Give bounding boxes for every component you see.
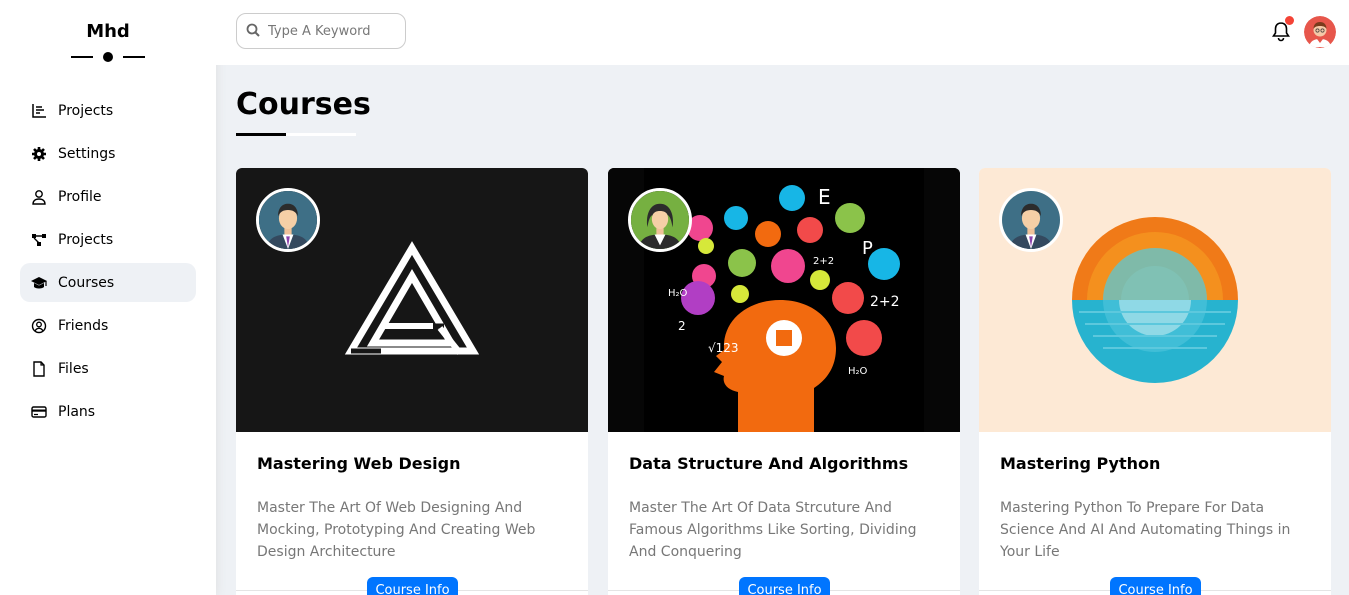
- sidebar-item-label: Plans: [58, 403, 96, 420]
- sidebar-item-friends[interactable]: Friends: [20, 306, 196, 345]
- search-icon: [246, 22, 268, 41]
- course-info-button[interactable]: Course Info: [1110, 577, 1201, 595]
- sidebar-item-label: Courses: [58, 274, 115, 291]
- sidebar-item-label: Friends: [58, 317, 109, 334]
- svg-text:√123: √123: [708, 341, 739, 355]
- user-circle-icon: [30, 317, 48, 335]
- chart-icon: [30, 102, 48, 120]
- course-image-python: [979, 168, 1331, 432]
- diagram-icon: [30, 231, 48, 249]
- sidebar-item-plans[interactable]: Plans: [20, 392, 196, 431]
- sidebar-item-profile[interactable]: Profile: [20, 177, 196, 216]
- user-icon: [30, 188, 48, 206]
- course-info-button[interactable]: Course Info: [739, 577, 830, 595]
- svg-text:2: 2: [678, 319, 686, 333]
- course-info-button[interactable]: Course Info: [367, 577, 458, 595]
- course-description: Master The Art Of Data Strcuture And Fam…: [629, 500, 917, 560]
- sidebar-item-label: Projects: [58, 102, 114, 119]
- brand-title: Mhd: [86, 21, 130, 42]
- instructor-avatar: [999, 188, 1063, 252]
- svg-text:2+2: 2+2: [813, 256, 834, 267]
- course-description: Mastering Python To Prepare For Data Sci…: [1000, 500, 1291, 560]
- sidebar-item-files[interactable]: Files: [20, 349, 196, 388]
- svg-text:P: P: [862, 238, 873, 259]
- search-input[interactable]: [268, 23, 398, 39]
- file-icon: [30, 360, 48, 378]
- svg-text:2+2: 2+2: [870, 294, 900, 310]
- top-header: [216, 0, 1349, 65]
- instructor-avatar: [628, 188, 692, 252]
- svg-text:H₂O: H₂O: [848, 366, 868, 377]
- credit-card-icon: [30, 403, 48, 421]
- sidebar-item-label: Settings: [58, 145, 116, 162]
- sidebar-item-label: Projects: [58, 231, 114, 248]
- notification-dot: [1285, 16, 1294, 25]
- page-title: Courses: [236, 87, 371, 122]
- sidebar-item-projects-diagram[interactable]: Projects: [20, 220, 196, 259]
- course-card: Mastering Web Design Master The Art Of W…: [236, 168, 588, 595]
- brand-underline-right: [123, 56, 145, 58]
- course-description: Master The Art Of Web Designing And Mock…: [257, 500, 536, 560]
- course-image-web-design: [236, 168, 588, 432]
- brand-underline-dot: [103, 52, 113, 62]
- sidebar-item-settings[interactable]: Settings: [20, 134, 196, 173]
- sidebar-item-courses[interactable]: Courses: [20, 263, 196, 302]
- avatar[interactable]: [1304, 16, 1336, 48]
- title-underline-accent: [236, 133, 286, 136]
- course-title: Mastering Python: [1000, 454, 1161, 473]
- course-card: Mastering Python Mastering Python To Pre…: [979, 168, 1331, 595]
- search-box[interactable]: [236, 13, 406, 49]
- sidebar: Mhd Projects Settings Profile Projects C…: [0, 0, 216, 595]
- gear-icon: [30, 145, 48, 163]
- graduation-cap-icon: [30, 274, 48, 292]
- course-title: Mastering Web Design: [257, 454, 461, 473]
- sidebar-item-label: Files: [58, 360, 89, 377]
- course-title: Data Structure And Algorithms: [629, 454, 909, 473]
- sidebar-item-label: Profile: [58, 188, 102, 205]
- sidebar-nav: Projects Settings Profile Projects Cours…: [20, 91, 196, 435]
- sidebar-item-projects[interactable]: Projects: [20, 91, 196, 130]
- brand-underline-left: [71, 56, 93, 58]
- course-image-data-structures: E P 2+2 2+2 2 √123 H₂O H₂O: [608, 168, 960, 432]
- course-card: E P 2+2 2+2 2 √123 H₂O H₂O Data Structur…: [608, 168, 960, 595]
- svg-text:E: E: [818, 185, 831, 209]
- svg-text:H₂O: H₂O: [668, 288, 688, 299]
- instructor-avatar: [256, 188, 320, 252]
